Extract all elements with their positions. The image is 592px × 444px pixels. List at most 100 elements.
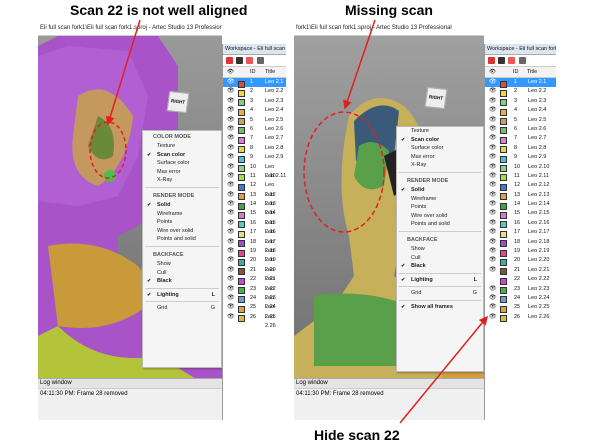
menu-item-cull[interactable]: Cull [143,269,221,278]
menu-item-texture[interactable]: Texture [143,142,221,151]
scan-row[interactable]: 👁 1 Leo 2.1 [223,78,286,88]
eye-icon[interactable]: 👁 [489,256,497,265]
eye-icon[interactable]: 👁 [489,163,497,172]
scan-row[interactable]: 👁 2 Leo 2.2 [485,87,556,97]
scan-row[interactable]: 👁 17 Leo 2.17 [223,228,286,244]
scan-row[interactable]: 👁 10 Leo 2.10 [223,163,286,179]
menu-item-show-all-frames[interactable]: Show all frames [397,303,483,312]
eye-icon[interactable]: 👁 [227,153,235,162]
eye-icon[interactable]: 👁 [227,87,235,96]
scan-row[interactable]: 👁 15 Leo 2.15 [223,209,286,225]
undo-icon[interactable] [257,57,264,64]
eye-icon[interactable]: 👁 [227,294,235,303]
scan-row[interactable]: 👁 20 Leo 2.20 [485,256,556,266]
scan-row[interactable]: 👁 9 Leo 2.9 [485,153,556,163]
menu-item-points[interactable]: Points [397,203,483,212]
eye-icon[interactable]: 👁 [227,191,235,200]
eye-icon[interactable]: 👁 [227,78,235,87]
scan-row[interactable]: 👁 10 Leo 2.10 [485,163,556,173]
undo-icon[interactable] [519,57,526,64]
scan-row[interactable]: 👁 23 Leo 2.23 [485,285,556,295]
record-icon[interactable] [246,57,253,64]
menu-item-surface-color[interactable]: Surface color [143,159,221,168]
scan-row[interactable]: 👁 5 Leo 2.5 [223,116,286,126]
scan-row[interactable]: 👁 4 Leo 2.4 [485,106,556,116]
eye-icon[interactable]: 👁 [227,200,235,209]
menu-item-xray[interactable]: X-Ray [397,161,483,170]
eye-icon[interactable]: 👁 [489,191,497,200]
scan-row[interactable]: 👁 7 Leo 2.7 [485,134,556,144]
eye-icon[interactable]: 👁 [489,228,497,237]
eye-icon[interactable]: 👁 [227,181,235,190]
scan-row[interactable]: 👁 12 Leo 2.12 [485,181,556,191]
eye-icon[interactable]: 👁 [227,238,235,247]
eye-icon[interactable]: 👁 [227,256,235,265]
menu-item-max-error[interactable]: Max error [397,153,483,162]
scan-row[interactable]: 👁 20 Leo 2.20 [223,256,286,272]
menu-item-show[interactable]: Show [397,245,483,254]
scan-row[interactable]: 👁 14 Leo 2.14 [223,200,286,216]
scan-row[interactable]: 👁 16 Leo 2.16 [485,219,556,229]
scan-row[interactable]: 👁 15 Leo 2.15 [485,209,556,219]
eye-icon[interactable]: 👁 [489,153,497,162]
scan-row[interactable]: 👁 3 Leo 2.3 [485,97,556,107]
scan-row[interactable]: 👁 25 Leo 2.25 [485,303,556,313]
scan-row[interactable]: 👁 8 Leo 2.8 [223,144,286,154]
menu-item-black[interactable]: Black [143,277,221,286]
eye-icon[interactable]: 👁 [489,116,497,125]
scan-row[interactable]: 👁 5 Leo 2.5 [485,116,556,126]
eye-icon[interactable]: 👁 [489,200,497,209]
eye-icon[interactable]: 👁 [489,144,497,153]
scan-row[interactable]: 👁 23 Leo 2.23 [223,285,286,301]
menu-item-show[interactable]: Show [143,260,221,269]
eye-icon[interactable]: 👁 [227,116,235,125]
scan-row[interactable]: 👁 9 Leo 2.9 [223,153,286,163]
eye-icon[interactable]: 👁 [489,219,497,228]
eye-icon[interactable]: 👁 [489,285,497,294]
eye-icon[interactable]: 👁 [489,181,497,190]
menu-item-lighting[interactable]: Lighting L [143,291,221,300]
eye-icon[interactable]: 👁 [489,294,497,303]
eye-icon[interactable]: 👁 [227,172,235,181]
scan-row[interactable]: 👁 1 Leo 2.1 [485,78,556,88]
menu-item-surface-color[interactable]: Surface color [397,144,483,153]
menu-item-cull[interactable]: Cull [397,254,483,263]
menu-item-wireframe[interactable]: Wireframe [143,210,221,219]
eye-icon[interactable]: 👁 [227,134,235,143]
scan-row[interactable]: 👁 2 Leo 2.2 [223,87,286,97]
eye-icon[interactable]: 👁 [227,228,235,237]
eye-icon[interactable]: 👁 [227,219,235,228]
eye-icon[interactable]: 👁 [489,97,497,106]
eye-icon[interactable]: 👁 [227,303,235,312]
menu-item-scan-color[interactable]: Scan color [397,136,483,145]
menu-item-grid[interactable]: Grid G [143,304,221,313]
scan-row[interactable]: 👁 26 Leo 2.26 [223,313,286,329]
left-view-cube-icon[interactable]: RIGHT [166,90,190,114]
eye-icon[interactable]: 👁 [489,106,497,115]
camera-icon[interactable] [498,57,505,64]
eye-icon[interactable]: 👁 [489,78,497,87]
scan-row[interactable]: 👁 24 Leo 2.24 [485,294,556,304]
scan-row[interactable]: 👁 6 Leo 2.6 [485,125,556,135]
eye-icon[interactable]: 👁 [227,247,235,256]
eye-icon[interactable]: 👁 [227,209,235,218]
menu-item-scan-color[interactable]: Scan color [143,151,221,160]
eye-icon[interactable]: 👁 [227,285,235,294]
menu-item-points-and-solid[interactable]: Points and solid [397,220,483,229]
menu-item-black[interactable]: Black [397,262,483,271]
eye-icon[interactable]: 👁 [227,163,235,172]
scan-row[interactable]: 👁 18 Leo 2.18 [223,238,286,254]
menu-item-grid[interactable]: Grid G [397,289,483,298]
scan-row[interactable]: 👁 17 Leo 2.17 [485,228,556,238]
eye-icon[interactable]: 👁 [489,303,497,312]
scan-row[interactable]: 👁 12 Leo 2.12 [223,181,286,197]
menu-item-points[interactable]: Points [143,218,221,227]
menu-item-solid[interactable]: Solid [143,201,221,210]
scan-row[interactable]: 👁 21 Leo 2.21 [485,266,556,276]
scan-icon[interactable] [488,57,495,64]
scan-row[interactable]: 👁 19 Leo 2.19 [485,247,556,257]
eye-icon[interactable]: 👁 [227,313,235,322]
eye-icon[interactable]: 👁 [489,313,497,322]
menu-item-wireframe[interactable]: Wireframe [397,195,483,204]
camera-icon[interactable] [236,57,243,64]
